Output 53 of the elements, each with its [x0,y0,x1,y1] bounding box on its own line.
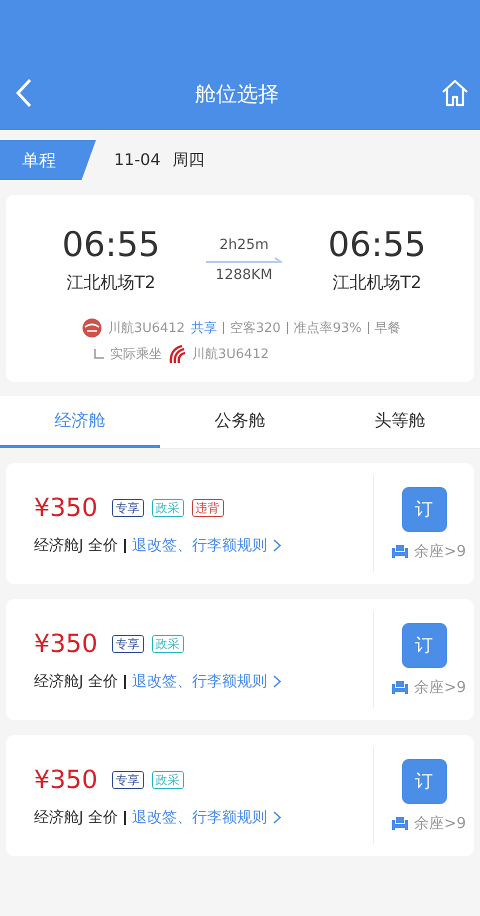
cabin-class: 经济舱J 全价 [34,672,118,691]
seat-icon [392,544,408,558]
book-button[interactable]: 订 [402,622,446,668]
flight-detail: 准点率93% [294,320,362,337]
seat-icon [392,680,408,694]
fare-tag: 政采 [152,498,184,516]
fare-tag: 专享 [112,498,144,516]
page-title: 舱位选择 [195,81,279,108]
seats-left: 余座>9 [414,678,466,696]
arrival-airport: 江北机场T2 [332,272,422,294]
chevron-icon [273,675,282,688]
flight-distance: 1288KM [216,266,272,282]
cabin-class: 经济舱J 全价 [34,808,118,827]
chevron-icon [273,811,282,824]
back-icon[interactable] [14,78,34,108]
seats-left: 余座>9 [414,542,466,560]
flight-detail: 早餐 [374,320,401,337]
seats-left: 余座>9 [414,814,466,832]
cabin-class: 经济舱J 全价 [34,536,118,555]
arrival-time: 06:55 [328,225,426,265]
airline-logo-icon [168,344,186,364]
actual-airline-flight: 川航3U6412 [192,346,269,363]
rules-link[interactable]: 退改签、行李额规则 [132,536,282,555]
fare-price: ¥350 [34,493,98,522]
book-button[interactable]: 订 [402,486,446,532]
weekday: 周四 [172,150,204,170]
fare-price: ¥350 [34,765,98,794]
flight-date: 11-04 [114,150,160,170]
fare-price: ¥350 [34,629,98,658]
trip-type-label: 单程 [0,140,96,180]
fare-tag: 专享 [112,770,144,788]
rules-link[interactable]: 退改签、行李额规则 [132,808,282,827]
flight-duration: 2h25m [219,236,269,252]
book-button[interactable]: 订 [402,758,446,804]
cabin-tab[interactable]: 头等舱 [320,396,480,448]
cabin-tab[interactable]: 经济舱 [0,396,160,448]
departure-time: 06:55 [62,225,160,265]
flight-detail: 空客320 [230,320,281,337]
seat-icon [392,816,408,830]
airline-logo-icon [82,318,102,338]
actual-carrier-label: 实际乘坐 [110,346,162,363]
corner-icon [94,349,104,359]
departure-airport: 江北机场T2 [66,272,156,294]
chevron-icon [273,539,282,552]
fare-tag: 违背 [192,498,224,516]
fare-tag: 专享 [112,634,144,652]
rules-link[interactable]: 退改签、行李额规则 [132,672,282,691]
airline-flight: 川航3U6412 [108,320,185,337]
share-tag: 共享 [190,319,217,337]
fare-tag: 政采 [152,770,184,788]
cabin-tab[interactable]: 公务舱 [160,396,320,448]
fare-tag: 政采 [152,634,184,652]
home-icon[interactable] [440,78,470,108]
